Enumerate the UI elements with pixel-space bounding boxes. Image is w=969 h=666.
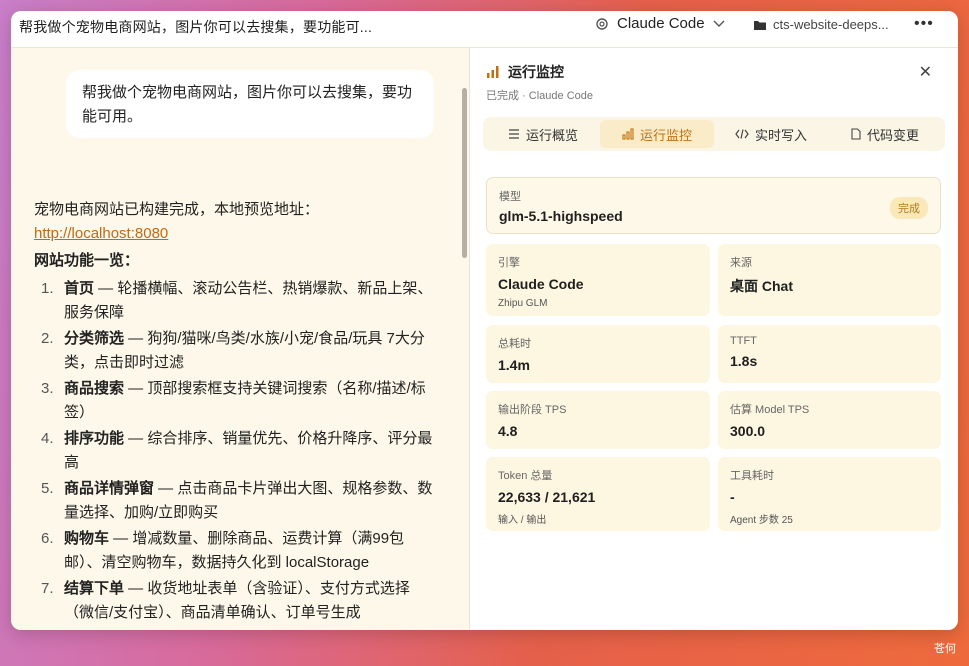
assistant-reply: 宠物电商网站已构建完成，本地预览地址： http://localhost:808… [34,198,434,627]
metric-tokens: Token 总量 22,633 / 21,621 输入 / 输出 [486,457,710,531]
list-item: 6. 购物车 — 增减数量、删除商品、运费计算（满99包邮）、清空购物车，数据持久… [41,530,405,571]
gear-icon [596,17,608,30]
code-icon [735,129,749,139]
bar-chart-icon [622,128,634,140]
close-icon[interactable]: ✕ [919,62,932,82]
metric-source: 来源 桌面 Chat [718,244,941,316]
panel-header: 运行监控 已完成 · Claude Code [486,62,593,103]
tab-monitor[interactable]: 运行监控 [600,120,714,148]
watermark: 苍何 [934,643,956,655]
more-menu-icon[interactable]: ••• [914,15,934,33]
folder-label: cts-website-deeps... [773,17,889,32]
feature-list: 1. 首页 — 轮播横幅、滚动公告栏、热销爆款、新品上架、服务保障 2. 分类筛选 … [34,277,434,625]
list-item: 5. 商品详情弹窗 — 点击商品卡片弹出大图、规格参数、数量选择、加购/立即购买 [41,480,433,521]
tab-live-write[interactable]: 实时写入 [714,120,828,148]
list-item: 2. 分类筛选 — 狗狗/猫咪/鸟类/水族/小宠/食品/玩具 7大分类，点击即时过… [41,330,425,371]
tab-overview[interactable]: 运行概览 [486,120,600,148]
app-window: 帮我做个宠物电商网站，图片你可以去搜集，要功能可... Claude Code … [11,11,958,630]
model-card: 模型 glm-5.1-highspeed 完成 [486,177,941,234]
tab-code-changes[interactable]: 代码变更 [828,120,942,148]
preview-link[interactable]: http://localhost:8080 [34,225,168,242]
metric-total-time: 总耗时 1.4m [486,325,710,383]
list-item: 7. 结算下单 — 收货地址表单（含验证）、支付方式选择（微信/支付宝）、商品清单… [41,580,410,621]
panel-tabs: 运行概览 运行监控 实时写入 代码变更 [483,117,945,151]
metric-tool-time: 工具耗时 - Agent 步数 25 [718,457,941,531]
list-item: 3. 商品搜索 — 顶部搜索框支持关键词搜索（名称/描述/标签） [41,380,426,421]
list-item: 4. 排序功能 — 综合排序、销量优先、价格升降序、评分最高 [41,430,433,471]
model-name: glm-5.1-highspeed [499,208,623,224]
list-icon [508,129,519,139]
bar-chart-icon [487,66,499,78]
user-message: 帮我做个宠物电商网站，图片你可以去搜集，要功能可用。 [66,70,434,138]
metric-output-tps: 输出阶段 TPS 4.8 [486,391,710,449]
chevron-down-icon [713,20,725,27]
monitor-panel: 运行监控 已完成 · Claude Code ✕ 运行概览 运行监控 实时写入 … [469,48,958,630]
panel-title: 运行监控 [508,64,564,80]
metric-model-tps: 估算 Model TPS 300.0 [718,391,941,449]
file-icon [851,128,861,140]
reply-intro: 宠物电商网站已构建完成，本地预览地址： [34,201,320,218]
metric-engine: 引擎 Claude Code Zhipu GLM [486,244,710,316]
chat-scrollbar[interactable] [462,88,467,258]
folder-selector[interactable]: cts-website-deeps... [753,17,889,32]
engine-selector[interactable]: Claude Code [595,15,725,32]
metric-ttft: TTFT 1.8s [718,325,941,383]
status-badge: 完成 [890,197,928,219]
list-item: 1. 首页 — 轮播横幅、滚动公告栏、热销爆款、新品上架、服务保障 [41,280,433,321]
engine-label: Claude Code [617,15,705,32]
panel-subtitle: 已完成 · Claude Code [486,90,593,102]
window-title: 帮我做个宠物电商网站，图片你可以去搜集，要功能可... [19,19,373,35]
folder-icon [754,20,766,30]
feature-list-heading: 网站功能一览： [34,252,140,269]
title-bar: 帮我做个宠物电商网站，图片你可以去搜集，要功能可... Claude Code … [11,11,958,48]
chat-pane: 帮我做个宠物电商网站，图片你可以去搜集，要功能可用。 宠物电商网站已构建完成，本… [11,48,469,630]
